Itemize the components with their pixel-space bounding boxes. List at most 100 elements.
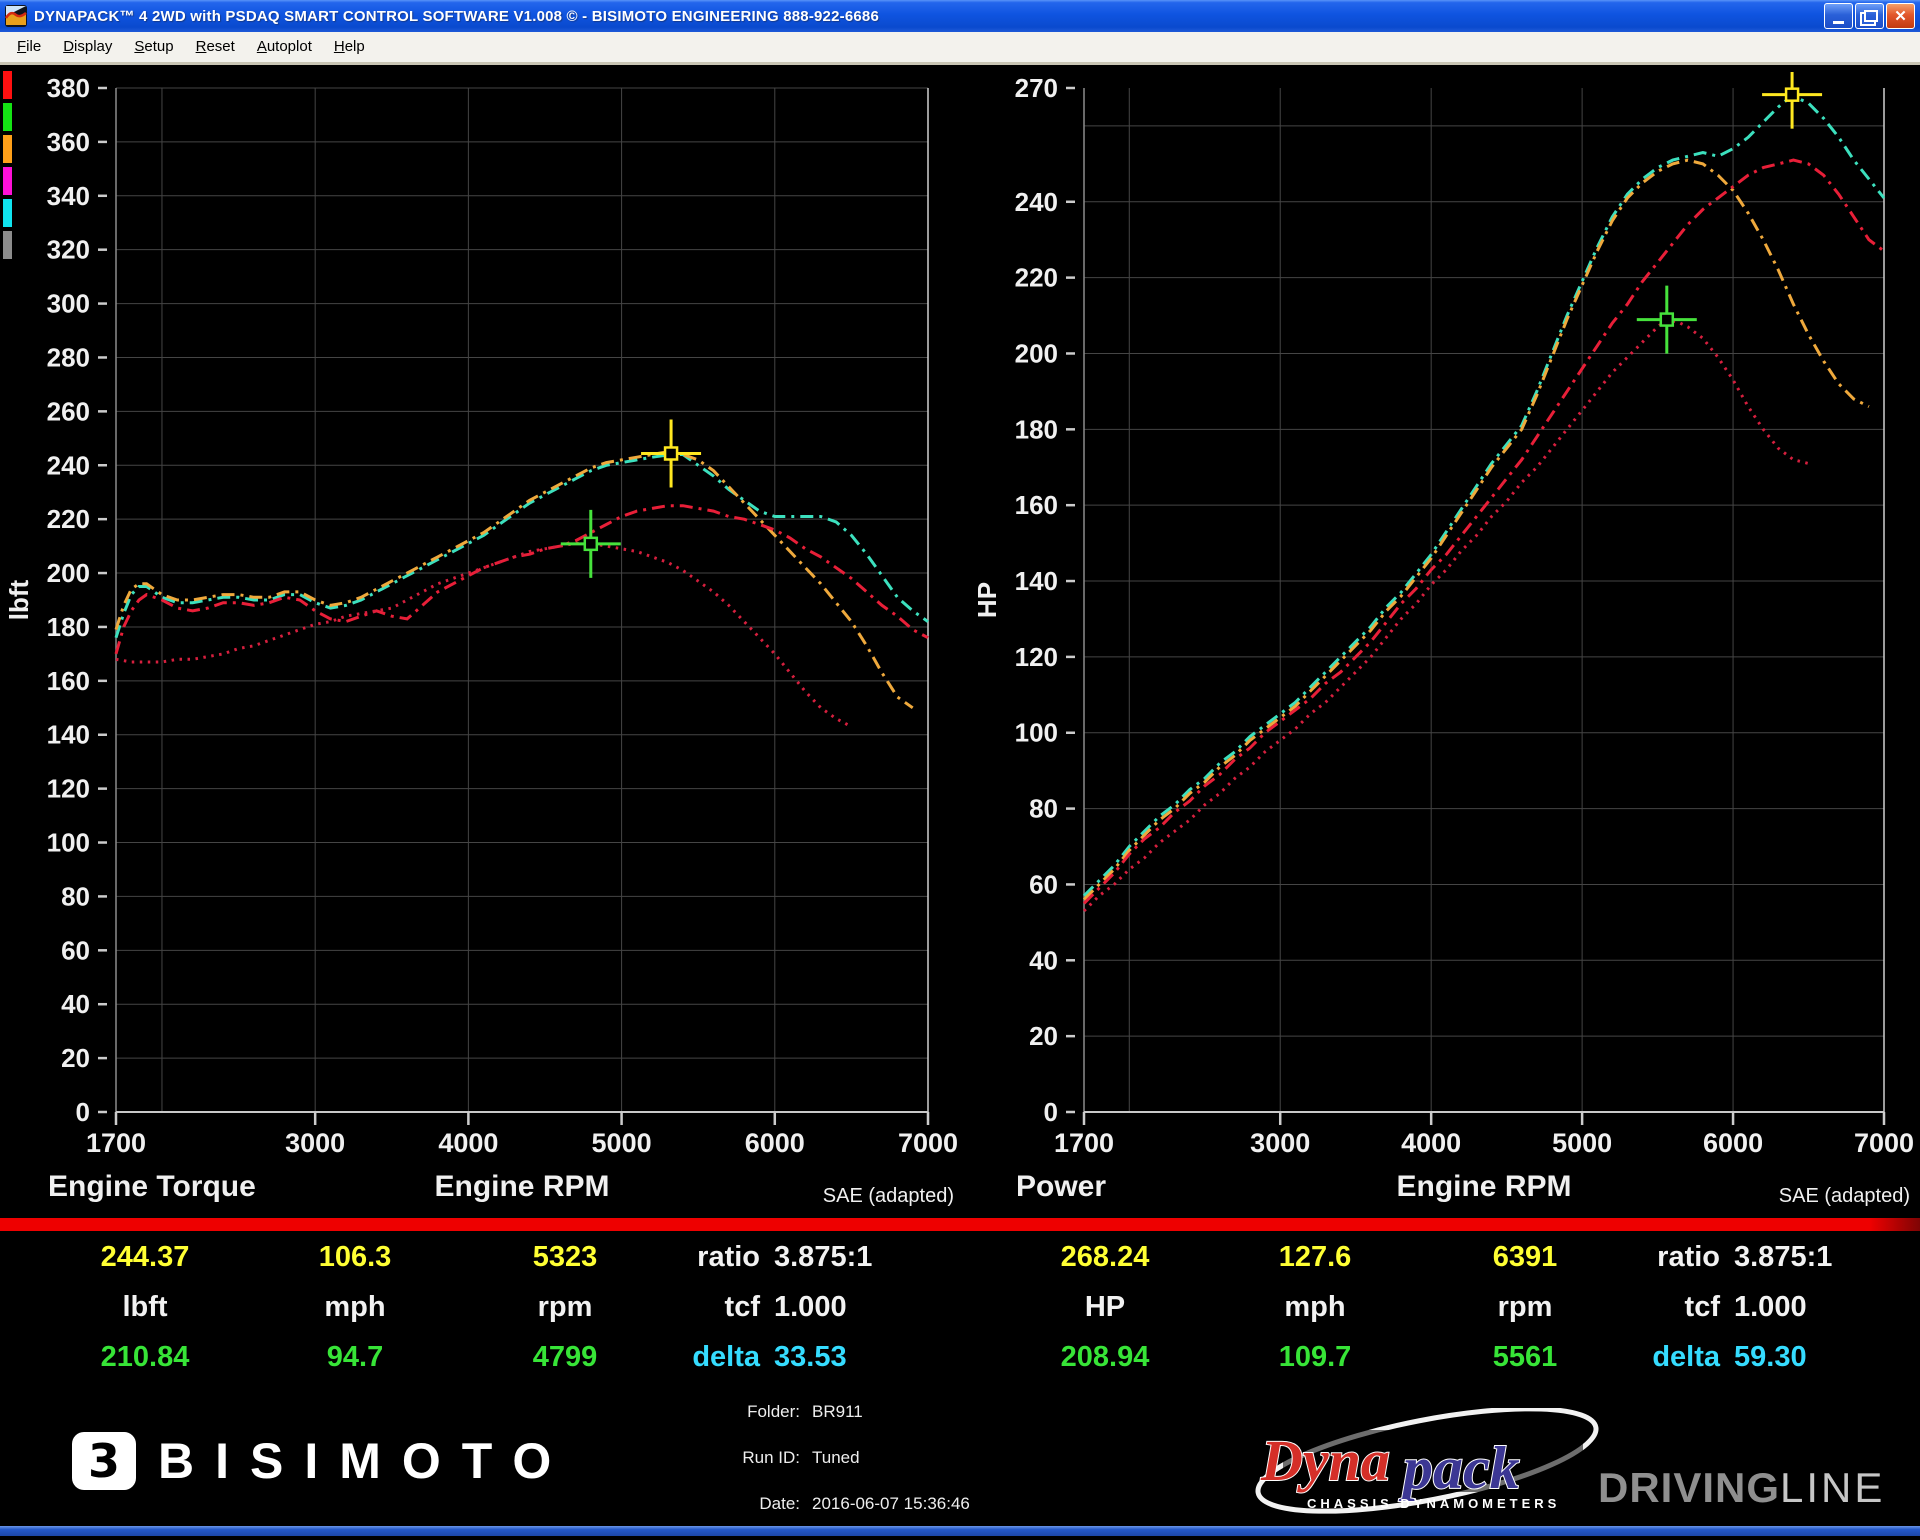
x-tick-label: 3000 [1250, 1128, 1310, 1158]
power-ratio-label: ratio [1630, 1241, 1720, 1274]
x-tick-label: 7000 [898, 1128, 958, 1158]
power-peak-value: 268.24 [1000, 1241, 1210, 1274]
y-tick-label: 80 [1029, 794, 1058, 824]
power-rpm-unit: rpm [1420, 1291, 1630, 1324]
series-tuned-power [1084, 96, 1884, 896]
y-tick-label: 140 [47, 720, 90, 750]
x-tick-label: 7000 [1854, 1128, 1914, 1158]
power-ratio-value: 3.875:1 [1720, 1241, 1832, 1274]
y-tick-label: 60 [1029, 869, 1058, 899]
drivingline-word-driving: DRIVING [1598, 1464, 1780, 1511]
y-tick-label: 180 [47, 612, 90, 642]
y-tick-label: 320 [47, 235, 90, 265]
series-tuned-torque [116, 455, 928, 638]
y-tick-label: 40 [1029, 945, 1058, 975]
y-tick-label: 240 [47, 450, 90, 480]
divider-bar [0, 1218, 1920, 1231]
torque-rpm-unit: rpm [460, 1291, 670, 1324]
y-tick-label: 300 [47, 289, 90, 319]
x-axis-title: Engine RPM [434, 1170, 609, 1203]
x-tick-label: 5000 [1552, 1128, 1612, 1158]
bisimoto-logo-text: BISIMOTO [158, 1432, 572, 1490]
torque-delta-label: delta [670, 1341, 760, 1374]
power-delta-value: 59.30 [1720, 1341, 1807, 1374]
window-bottom-border [0, 1526, 1920, 1536]
y-tick-label: 60 [61, 935, 90, 965]
y-tick-label: 0 [1044, 1097, 1058, 1127]
torque-ratio-value: 3.875:1 [760, 1241, 872, 1274]
dynapack-word-dyna: Dyna [1260, 1428, 1390, 1493]
bisimoto-logo: 3 BISIMOTO [72, 1432, 572, 1490]
power-peak-rpm: 6391 [1420, 1241, 1630, 1274]
run-id-value: Tuned [812, 1448, 860, 1468]
dynapack-word-pack: pack [1398, 1435, 1520, 1501]
power-chart[interactable]: 0204060801001201401601802002202402701700… [972, 72, 1914, 1207]
power-peak-speed: 127.6 [1210, 1241, 1420, 1274]
x-tick-label: 4000 [438, 1128, 498, 1158]
drivingline-word-line: LINE [1780, 1464, 1885, 1511]
series-orange-torque [116, 452, 913, 708]
power-speed-unit: mph [1210, 1291, 1420, 1324]
y-tick-label: 280 [47, 342, 90, 372]
x-tick-label: 5000 [592, 1128, 652, 1158]
y-tick-label: 360 [47, 127, 90, 157]
drivingline-logo: DRIVINGLINE [1598, 1464, 1885, 1512]
power-chart-cursor-peak-marker[interactable] [1762, 72, 1822, 129]
power-delta-label: delta [1630, 1341, 1720, 1374]
y-tick-label: 220 [1015, 263, 1058, 293]
y-tick-label: 180 [1015, 414, 1058, 444]
folder-value: BR911 [812, 1402, 863, 1422]
torque-chart[interactable]: 0204060801001201401601802002202402602803… [4, 73, 958, 1207]
date-label: Date: [640, 1494, 800, 1514]
torque-cursor-speed: 94.7 [250, 1341, 460, 1374]
torque-tcf-value: 1.000 [760, 1291, 847, 1324]
x-tick-label: 6000 [1703, 1128, 1763, 1158]
y-tick-label: 20 [61, 1043, 90, 1073]
torque-cursor-rpm: 4799 [460, 1341, 670, 1374]
series-red-torque [116, 506, 928, 654]
y-tick-label: 240 [1015, 187, 1058, 217]
power-chart-cursor-baseline-marker[interactable] [1637, 286, 1697, 354]
x-tick-label: 1700 [86, 1128, 146, 1158]
y-tick-label: 160 [1015, 490, 1058, 520]
power-readout-panel: 268.24 127.6 6391 ratio 3.875:1 HP mph r… [1000, 1240, 1920, 1374]
x-tick-label: 3000 [285, 1128, 345, 1158]
y-tick-label: 100 [47, 828, 90, 858]
power-cursor-rpm: 5561 [1420, 1341, 1630, 1374]
torque-cursor-value: 210.84 [40, 1341, 250, 1374]
torque-chart-cursor-baseline-marker[interactable] [561, 510, 621, 578]
y-axis-title: HP [972, 582, 1002, 618]
x-axis-title: Engine RPM [1396, 1170, 1571, 1203]
y-tick-label: 20 [1029, 1021, 1058, 1051]
torque-peak-value: 244.37 [40, 1241, 250, 1274]
y-axis-title: lbft [4, 579, 34, 620]
y-tick-label: 200 [47, 558, 90, 588]
chart-title: Power [1016, 1170, 1106, 1203]
y-tick-label: 140 [1015, 566, 1058, 596]
torque-unit: lbft [40, 1291, 250, 1324]
power-cursor-value: 208.94 [1000, 1341, 1210, 1374]
torque-chart-cursor-peak-marker[interactable] [641, 419, 701, 487]
y-tick-label: 340 [47, 181, 90, 211]
power-cursor-speed: 109.7 [1210, 1341, 1420, 1374]
x-tick-label: 1700 [1054, 1128, 1114, 1158]
y-tick-label: 260 [47, 396, 90, 426]
y-tick-label: 270 [1015, 73, 1058, 103]
y-tick-label: 160 [47, 666, 90, 696]
y-tick-label: 120 [1015, 642, 1058, 672]
series-red-power [1084, 160, 1884, 903]
y-tick-label: 220 [47, 504, 90, 534]
y-tick-label: 120 [47, 774, 90, 804]
correction-note: SAE (adapted) [1779, 1185, 1910, 1207]
torque-delta-value: 33.53 [760, 1341, 847, 1374]
dynapack-tagline: CHASSIS DYNAMOMETERS [1307, 1496, 1560, 1511]
y-tick-label: 80 [61, 881, 90, 911]
power-unit: HP [1000, 1291, 1210, 1324]
chart-title: Engine Torque [48, 1170, 256, 1203]
date-value: 2016-06-07 15:36:46 [812, 1494, 970, 1514]
run-id-label: Run ID: [640, 1448, 800, 1468]
torque-tcf-label: tcf [670, 1291, 760, 1324]
x-tick-label: 4000 [1401, 1128, 1461, 1158]
y-tick-label: 380 [47, 73, 90, 103]
x-tick-label: 6000 [745, 1128, 805, 1158]
